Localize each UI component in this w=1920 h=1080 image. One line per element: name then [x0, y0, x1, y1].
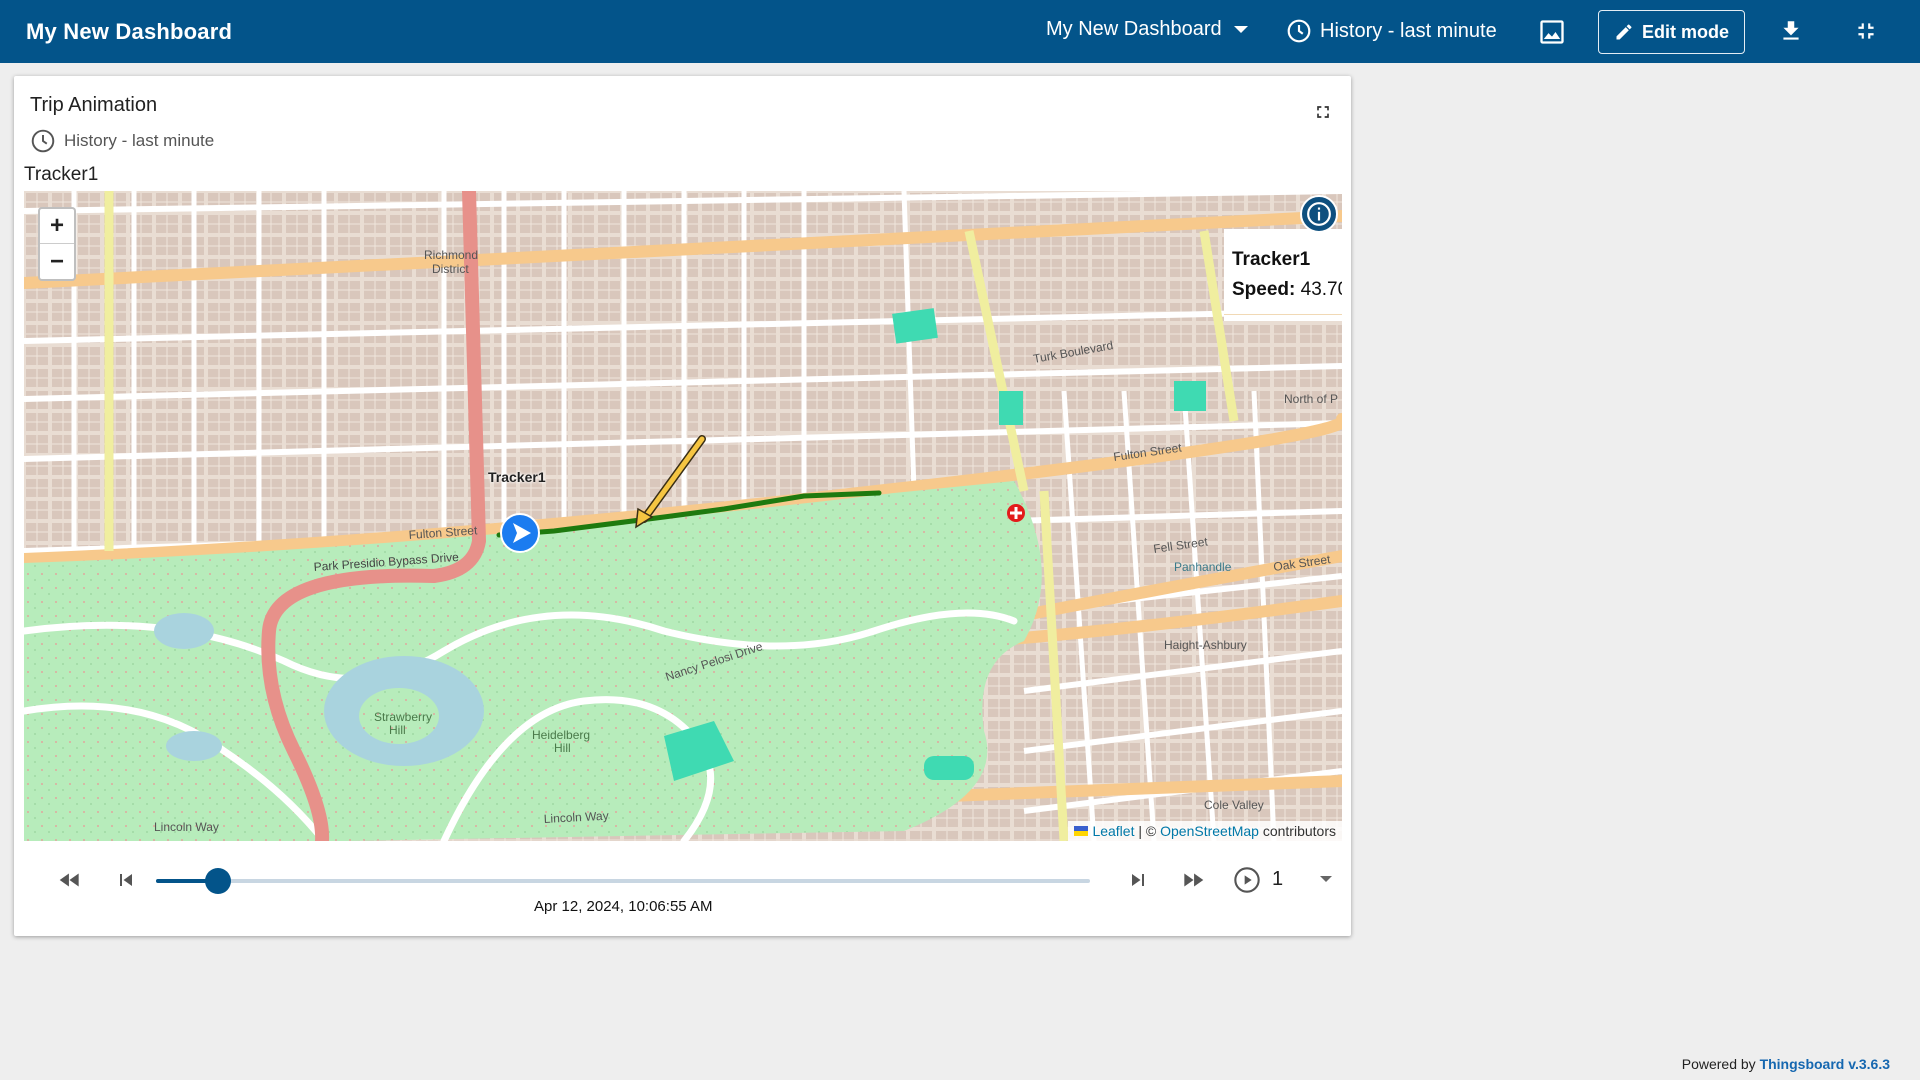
- exit-fullscreen-icon: [1858, 23, 1874, 39]
- leaflet-link[interactable]: Leaflet: [1092, 823, 1134, 839]
- timeline-slider[interactable]: [156, 868, 1090, 894]
- map-attribution: Leaflet | © OpenStreetMap contributors: [1068, 821, 1342, 841]
- trip-animation-widget: Trip Animation History - last minute Tra…: [14, 76, 1351, 936]
- timeline-slider-thumb[interactable]: [204, 868, 231, 894]
- download-button[interactable]: [1778, 18, 1804, 44]
- svg-text:North of P: North of P: [1284, 392, 1338, 406]
- play-button[interactable]: [1227, 860, 1267, 900]
- dashboard-select-label: My New Dashboard: [1046, 18, 1222, 40]
- exit-fullscreen-button[interactable]: [1853, 18, 1879, 44]
- attribution-suffix: contributors: [1262, 823, 1336, 839]
- export-image-button[interactable]: [1538, 18, 1566, 46]
- svg-text:Lincoln Way: Lincoln Way: [154, 820, 219, 834]
- info-icon: [1307, 202, 1331, 226]
- skip-previous-icon: [120, 874, 132, 886]
- download-icon: [1783, 21, 1799, 40]
- edit-icon: [1616, 24, 1632, 40]
- widget-title: Trip Animation: [30, 94, 158, 116]
- edit-mode-button[interactable]: Edit mode: [1598, 10, 1745, 54]
- speed-select[interactable]: 1: [1272, 866, 1332, 892]
- marker-tooltip: Tracker1 Speed: 43.70: [1224, 229, 1342, 321]
- skip-next-icon: [1132, 874, 1144, 886]
- tracker-marker: [500, 513, 540, 553]
- widget-history: History - last minute: [30, 128, 214, 154]
- widget-fullscreen-button[interactable]: [1313, 102, 1333, 127]
- top-toolbar: My New Dashboard My New Dashboard Histor…: [0, 0, 1920, 63]
- attribution-separator: | ©: [1138, 823, 1157, 839]
- zoom-in-button[interactable]: +: [40, 209, 74, 244]
- fullscreen-icon: [1317, 106, 1329, 118]
- timeline-controls: 1 Apr 12, 2024, 10:06:55 AM: [14, 846, 1351, 926]
- image-icon: [1540, 20, 1564, 44]
- marker-label: Tracker1: [488, 469, 546, 485]
- skip-next-button[interactable]: [1118, 860, 1158, 900]
- zoom-control: + −: [38, 207, 76, 281]
- svg-text:Hill: Hill: [554, 741, 571, 755]
- footer: Powered by Thingsboard v.3.6.3: [1682, 1056, 1890, 1072]
- map-view[interactable]: Richmond District Fulton Street Park Pre…: [24, 191, 1342, 841]
- tooltip-speed-label: Speed:: [1232, 279, 1296, 300]
- dashboard-select[interactable]: My New Dashboard: [1046, 18, 1248, 41]
- timeline-timestamp: Apr 12, 2024, 10:06:55 AM: [534, 898, 713, 915]
- speed-select-value: 1: [1272, 867, 1284, 890]
- history-icon: [1287, 19, 1311, 43]
- svg-text:Strawberry: Strawberry: [374, 710, 432, 724]
- svg-text:Heidelberg: Heidelberg: [532, 728, 590, 742]
- ukraine-flag-icon: [1074, 826, 1089, 836]
- svg-text:Hill: Hill: [389, 723, 406, 737]
- tooltip-speed: Speed: 43.70: [1232, 279, 1342, 301]
- zoom-out-button[interactable]: −: [40, 244, 74, 279]
- entity-label: Tracker1: [24, 164, 99, 185]
- map-tiles: Richmond District Fulton Street Park Pre…: [24, 191, 1342, 841]
- edit-mode-label: Edit mode: [1641, 21, 1729, 42]
- skip-previous-button[interactable]: [106, 860, 146, 900]
- history-timewindow-button[interactable]: History - last minute: [1286, 18, 1497, 44]
- svg-text:Cole Valley: Cole Valley: [1204, 798, 1264, 812]
- osm-link[interactable]: OpenStreetMap: [1160, 823, 1259, 839]
- info-button[interactable]: [1300, 195, 1338, 233]
- svg-text:District: District: [432, 262, 469, 276]
- footer-prefix: Powered by: [1681, 1056, 1756, 1072]
- fast-rewind-button[interactable]: [50, 860, 90, 900]
- thingsboard-link[interactable]: Thingsboard v.3.6.3: [1760, 1056, 1890, 1072]
- widget-history-label: History - last minute: [64, 131, 215, 150]
- fast-rewind-icon: [59, 873, 79, 887]
- fast-forward-button[interactable]: [1173, 860, 1213, 900]
- history-label: History - last minute: [1320, 19, 1497, 42]
- chevron-down-icon: [1233, 26, 1248, 33]
- svg-text:Panhandle: Panhandle: [1174, 560, 1232, 574]
- svg-text:Haight-Ashbury: Haight-Ashbury: [1164, 638, 1247, 652]
- tooltip-entity-name: Tracker1: [1232, 249, 1311, 270]
- history-icon: [31, 129, 55, 153]
- play-icon: [1234, 867, 1260, 893]
- chevron-down-icon: [1320, 876, 1332, 882]
- fast-forward-icon: [1184, 873, 1204, 887]
- svg-text:Richmond: Richmond: [424, 248, 478, 262]
- app-title: My New Dashboard: [26, 19, 233, 44]
- tooltip-speed-value: 43.70: [1300, 279, 1342, 300]
